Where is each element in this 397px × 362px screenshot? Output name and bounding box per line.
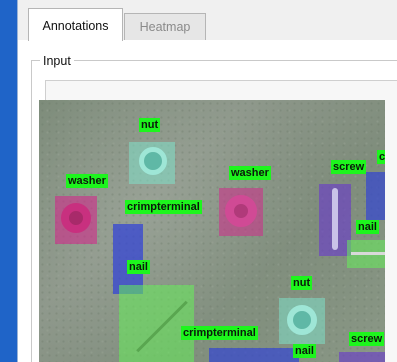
tab-heatmap[interactable]: Heatmap (124, 13, 206, 40)
nut-object-bottom (287, 305, 317, 335)
detection-label-nut-bottom: nut (291, 276, 313, 290)
detection-label-washer-left: washer (66, 174, 108, 188)
detection-box-crimpterminal-bottom (119, 285, 194, 362)
detection-label-crimpterminal-bottom: crimpterminal (181, 326, 258, 340)
detection-box-nail-bottom (209, 348, 299, 362)
group-title-input: Input (40, 54, 74, 68)
detection-label-nail-right: nail (356, 220, 379, 234)
nut-object (139, 147, 167, 175)
detection-box-nail-left (113, 224, 143, 294)
detection-label-nail-bottom: nail (293, 344, 316, 358)
tab-bar: Annotations Heatmap (18, 0, 397, 41)
detection-label-screw-bottom: screw (349, 332, 385, 346)
detection-label-nail-left: nail (127, 260, 150, 274)
detection-label-partial: cri (377, 150, 385, 164)
annotated-image: nut washer washer crimpterminal screw cr… (39, 100, 385, 362)
washer-object-center (225, 195, 257, 227)
detection-box-screw-bottom (339, 352, 385, 362)
detection-label-screw-right: screw (331, 160, 367, 174)
screw-object-right (332, 188, 338, 250)
washer-object-left (61, 203, 91, 233)
tab-annotations[interactable]: Annotations (28, 8, 123, 41)
detection-label-crimpterminal-top: crimpterminal (125, 200, 202, 214)
detection-label-washer-center: washer (229, 166, 271, 180)
detection-box-partial (366, 172, 385, 220)
detection-label-nut: nut (139, 118, 161, 132)
nail-object-right (351, 252, 385, 255)
